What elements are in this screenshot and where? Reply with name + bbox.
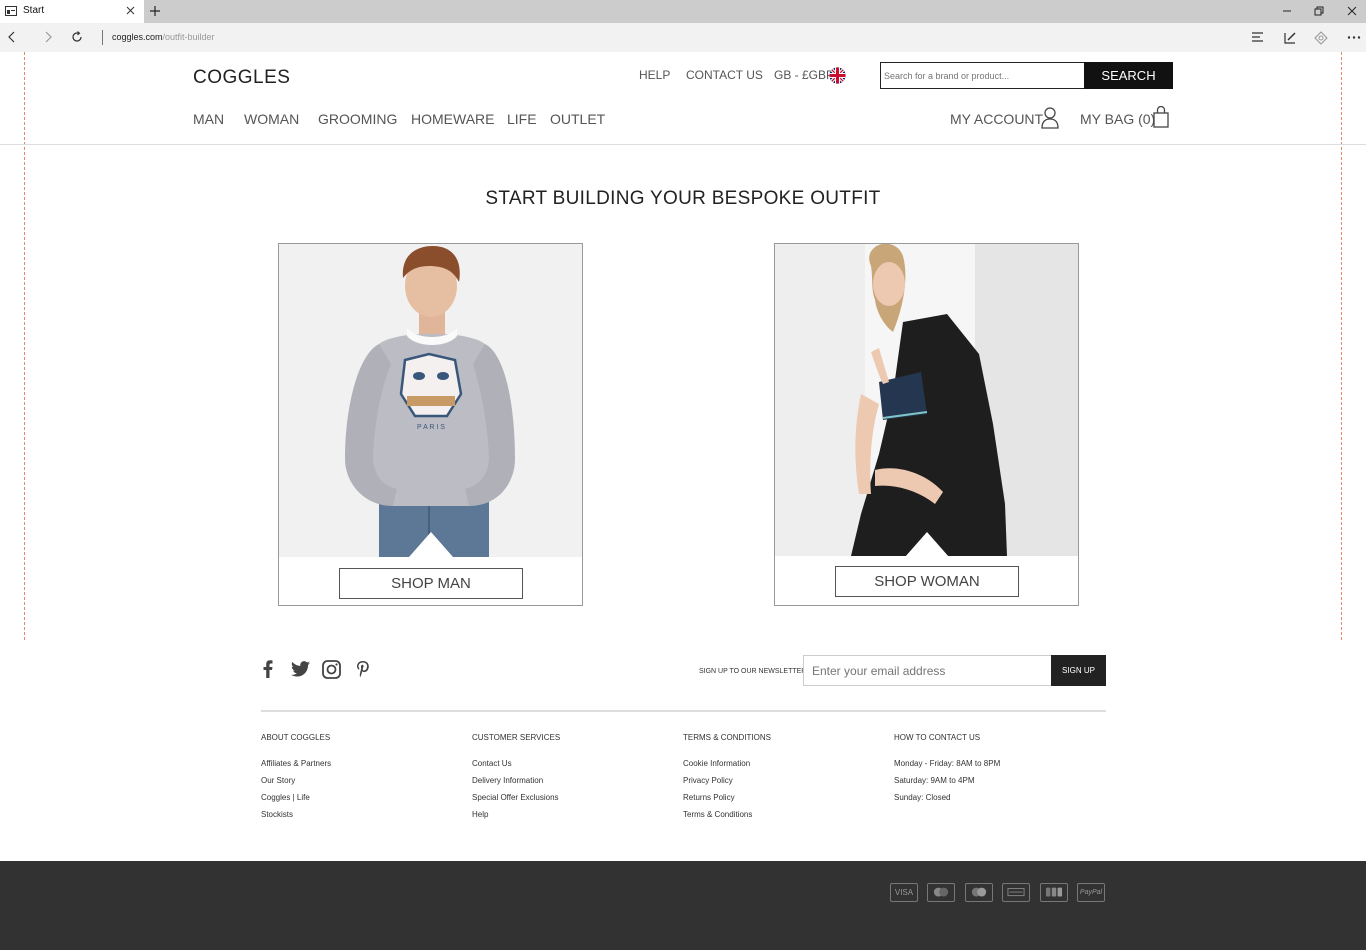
mastercard-icon — [927, 883, 955, 902]
restore-icon[interactable] — [1314, 6, 1324, 16]
search-input[interactable] — [880, 62, 1085, 89]
share-icon[interactable] — [1314, 31, 1328, 45]
my-bag-link[interactable]: MY BAG (0) — [1080, 111, 1155, 127]
more-icon[interactable] — [1347, 36, 1361, 39]
newsletter-signup-button[interactable]: SIGN UP — [1051, 655, 1106, 686]
footer-column-contact: HOW TO CONTACT US Monday - Friday: 8AM t… — [894, 734, 1000, 809]
opening-hours-saturday: Saturday: 9AM to 4PM — [894, 776, 975, 785]
svg-text:P A R I S: P A R I S — [417, 424, 445, 431]
amex-icon — [1002, 883, 1030, 902]
footer-link-privacy[interactable]: Privacy Policy — [683, 775, 771, 792]
visa-icon: VISA — [890, 883, 918, 902]
shop-man-button[interactable]: SHOP MAN — [339, 568, 523, 599]
web-note-icon[interactable] — [1283, 31, 1297, 45]
back-icon[interactable] — [7, 31, 17, 43]
tab-close-icon[interactable] — [126, 6, 135, 15]
layout-guide-left — [24, 52, 25, 640]
footer-link-help[interactable]: Help — [472, 809, 560, 826]
footer-link-delivery[interactable]: Delivery Information — [472, 775, 560, 792]
nav-item-life[interactable]: LIFE — [507, 111, 537, 127]
refresh-icon[interactable] — [71, 31, 83, 43]
footer-link-our-story[interactable]: Our Story — [261, 775, 331, 792]
tab-title: Start — [23, 5, 45, 16]
newsletter-email-input[interactable] — [803, 655, 1052, 686]
hub-icon[interactable] — [1251, 31, 1265, 43]
nav-item-homeware[interactable]: HOMEWARE — [411, 111, 494, 127]
search-button[interactable]: SEARCH — [1084, 62, 1173, 89]
user-icon[interactable] — [1041, 107, 1059, 129]
footer-column-terms: TERMS & CONDITIONS Cookie Information Pr… — [683, 734, 771, 826]
card-notch — [905, 532, 949, 557]
address-bar: coggles.com/outfit-builder — [0, 23, 1366, 52]
nav-item-grooming[interactable]: GROOMING — [318, 111, 397, 127]
page-title: START BUILDING YOUR BESPOKE OUTFIT — [485, 188, 881, 209]
minimize-icon[interactable] — [1282, 6, 1292, 16]
shopping-bag-icon[interactable] — [1153, 106, 1169, 128]
footer-link-terms[interactable]: Terms & Conditions — [683, 809, 771, 826]
opening-hours-sunday: Sunday: Closed — [894, 793, 951, 802]
newsletter-label: SIGN UP TO OUR NEWSLETTER — [699, 668, 807, 675]
my-account-link[interactable]: MY ACCOUNT — [950, 111, 1043, 127]
footer-link-contact-us[interactable]: Contact Us — [472, 758, 560, 775]
forward-icon[interactable] — [43, 31, 53, 43]
shop-man-card[interactable]: P A R I S SHOP MAN — [278, 243, 583, 606]
footer-column-about: ABOUT COGGLES Affiliates & Partners Our … — [261, 734, 331, 826]
nav-item-man[interactable]: MAN — [193, 111, 224, 127]
pinterest-icon[interactable] — [356, 660, 370, 678]
card-notch — [409, 532, 453, 557]
url-path: /outfit-builder — [162, 32, 215, 42]
currency-selector[interactable]: GB - £GBP — [774, 68, 834, 82]
man-model-image: P A R I S — [279, 244, 582, 557]
url-field[interactable]: coggles.com/outfit-builder — [112, 32, 215, 42]
layout-guide-right — [1341, 52, 1342, 640]
footer-column-heading: ABOUT COGGLES — [261, 733, 331, 742]
maestro-icon — [965, 883, 993, 902]
browser-tab[interactable]: Start — [0, 0, 144, 23]
twitter-icon[interactable] — [291, 661, 310, 677]
opening-hours-weekday: Monday - Friday: 8AM to 8PM — [894, 759, 1001, 768]
url-domain: coggles.com — [112, 32, 163, 42]
browser-tab-bar: Start — [0, 0, 1366, 23]
tab-page-icon — [5, 6, 17, 16]
paypal-icon: PayPal — [1077, 883, 1105, 902]
footer-column-heading: CUSTOMER SERVICES — [472, 733, 561, 742]
footer-bottom-bar — [0, 861, 1366, 950]
header-divider — [0, 144, 1366, 145]
footer-link-cookies[interactable]: Cookie Information — [683, 758, 771, 775]
new-tab-icon[interactable] — [150, 6, 160, 16]
window-close-icon[interactable] — [1347, 6, 1357, 16]
shop-woman-card[interactable]: SHOP WOMAN — [774, 243, 1079, 606]
footer-link-offer-exclusions[interactable]: Special Offer Exclusions — [472, 792, 560, 809]
footer-link-stockists[interactable]: Stockists — [261, 809, 331, 826]
footer-column-heading: HOW TO CONTACT US — [894, 733, 981, 742]
woman-model-image — [775, 244, 1078, 556]
logo[interactable]: COGGLES — [193, 67, 290, 89]
nav-item-woman[interactable]: WOMAN — [244, 111, 299, 127]
jcb-icon — [1040, 883, 1068, 902]
footer-link-coggles-life[interactable]: Coggles | Life — [261, 792, 331, 809]
facebook-icon[interactable] — [263, 660, 273, 678]
footer-divider — [261, 710, 1106, 712]
help-link[interactable]: HELP — [639, 68, 670, 82]
footer-column-heading: TERMS & CONDITIONS — [683, 733, 772, 742]
uk-flag-icon[interactable] — [829, 67, 846, 84]
nav-item-outlet[interactable]: OUTLET — [550, 111, 605, 127]
footer-link-returns[interactable]: Returns Policy — [683, 792, 771, 809]
instagram-icon[interactable] — [322, 660, 341, 679]
shop-woman-button[interactable]: SHOP WOMAN — [835, 566, 1019, 597]
contact-link[interactable]: CONTACT US — [686, 68, 763, 82]
footer-column-customer-services: CUSTOMER SERVICES Contact Us Delivery In… — [472, 734, 560, 826]
address-separator — [102, 30, 103, 45]
footer-link-affiliates[interactable]: Affiliates & Partners — [261, 758, 331, 775]
